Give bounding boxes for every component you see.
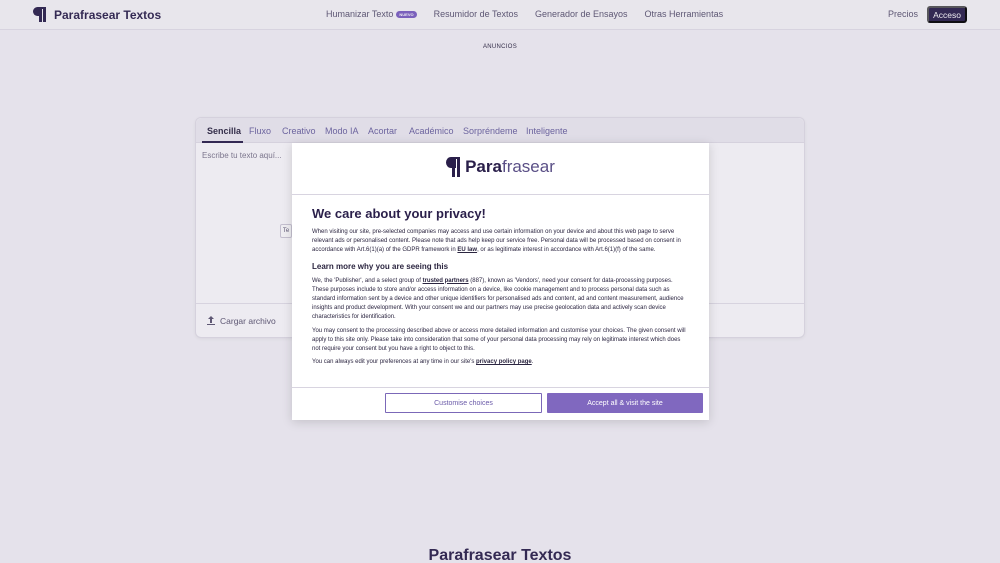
accept-all-button[interactable]: Accept all & visit the site <box>547 393 703 413</box>
pilcrow-icon <box>446 157 461 177</box>
logo-wordmark: Parafrasear <box>465 157 555 176</box>
eu-law-link[interactable]: EU law <box>457 247 477 253</box>
divider <box>292 387 709 388</box>
customise-choices-button[interactable]: Customise choices <box>385 393 542 413</box>
consent-paragraph-4: You can always edit your preferences at … <box>312 359 534 366</box>
consent-logo: Parafrasear <box>292 157 709 177</box>
consent-dialog: Parafrasear We care about your privacy! … <box>292 143 709 420</box>
consent-paragraph-1: When visiting our site, pre-selected com… <box>312 229 681 254</box>
consent-paragraph-2: We, the 'Publisher', and a select group … <box>312 277 684 321</box>
consent-body: We care about your privacy! When visitin… <box>312 206 688 384</box>
consent-paragraph-3: You may consent to the processing descri… <box>312 327 686 353</box>
consent-title: We care about your privacy! <box>312 206 486 221</box>
divider <box>292 194 709 195</box>
privacy-policy-link[interactable]: privacy policy page <box>476 359 532 365</box>
consent-subtitle: Learn more why you are seeing this <box>312 261 449 271</box>
trusted-partners-link[interactable]: trusted partners <box>423 278 469 284</box>
